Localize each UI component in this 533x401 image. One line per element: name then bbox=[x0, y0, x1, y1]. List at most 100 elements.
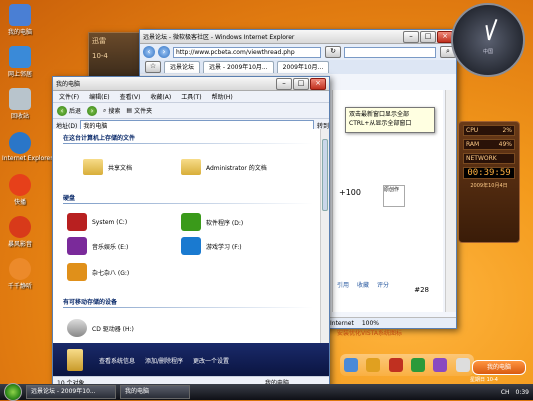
dock-app-icon[interactable] bbox=[388, 358, 403, 372]
drive-icon bbox=[67, 237, 87, 255]
desktop-icon-my-computer[interactable]: 我的电脑 bbox=[2, 4, 38, 36]
computer-icon bbox=[9, 4, 31, 26]
refresh-icon[interactable]: ↻ bbox=[325, 46, 341, 58]
close-button[interactable]: × bbox=[310, 77, 326, 90]
zoom-level[interactable]: 100% bbox=[362, 320, 379, 327]
tray-clock[interactable]: 0:39 bbox=[516, 389, 529, 396]
monitor-clock: 00:39:59 bbox=[463, 167, 515, 179]
browser-scrollbar[interactable] bbox=[445, 90, 456, 312]
dock-app-icon[interactable] bbox=[366, 358, 381, 372]
favorite-link[interactable]: 收藏 bbox=[357, 280, 369, 289]
app-icon bbox=[9, 216, 31, 238]
shared-docs-item[interactable]: 共享文档 bbox=[83, 159, 132, 175]
rate-link[interactable]: 评分 bbox=[377, 280, 389, 289]
ram-row: RAM 49% bbox=[463, 139, 515, 150]
dock-date: 星期日 10-4 bbox=[470, 377, 498, 383]
favorites-star-icon[interactable]: ☆ bbox=[145, 61, 161, 73]
clock-gadget[interactable]: 中国 bbox=[451, 3, 525, 77]
tab-2[interactable]: 远景 - 2009年10月... bbox=[203, 61, 274, 73]
folder-icon: ▤ bbox=[126, 107, 133, 114]
taskbar: 远景论坛 - 2009年10... 我的电脑 CH 0:39 bbox=[0, 383, 533, 401]
drive-g[interactable]: 杂七杂八 (G:) bbox=[67, 263, 129, 281]
task-add-remove[interactable]: 添加/删除程序 bbox=[145, 356, 183, 365]
folders-button[interactable]: ▤ 文件夹 bbox=[126, 106, 152, 115]
desktop-icon-app1[interactable]: 快播 bbox=[2, 174, 38, 206]
drive-d[interactable]: 软件程序 (D:) bbox=[181, 213, 243, 231]
back-button[interactable]: ‹ 后退 bbox=[57, 105, 81, 116]
back-arrow-icon[interactable]: ‹ bbox=[143, 46, 155, 58]
browser-titlebar[interactable]: 远景论坛 - 微软极客社区 - Windows Internet Explore… bbox=[140, 30, 456, 44]
desktop-icon-network[interactable]: 网上邻居 bbox=[2, 46, 38, 78]
my-computer-dock-button[interactable]: 我的电脑 bbox=[472, 360, 526, 375]
drive-icon bbox=[67, 213, 87, 231]
score-value: +100 bbox=[339, 188, 361, 197]
desktop-icon-ie[interactable]: Internet Explorer bbox=[2, 132, 53, 162]
app-icon bbox=[9, 174, 31, 196]
drive-e[interactable]: 音乐娱乐 (E:) bbox=[67, 237, 128, 255]
my-computer-window[interactable]: 我的电脑 – □ × 文件(F) 编辑(E) 查看(V) 收藏(A) 工具(T)… bbox=[52, 76, 330, 388]
menu-favorites[interactable]: 收藏(A) bbox=[150, 92, 171, 101]
taskbar-item-my-computer[interactable]: 我的电脑 bbox=[120, 385, 190, 399]
dock-app-icon[interactable] bbox=[344, 358, 359, 372]
desktop-icon-app2[interactable]: 暴风影音 bbox=[2, 216, 38, 248]
section-divider bbox=[63, 143, 313, 144]
tooltip: 双击最新窗口显示全部 CTRL+从显示全部窗口 bbox=[345, 107, 435, 133]
menu-view[interactable]: 查看(V) bbox=[120, 92, 141, 101]
admin-docs-item[interactable]: Administrator 的文档 bbox=[181, 159, 267, 175]
task-system-info[interactable]: 查看系统信息 bbox=[99, 356, 135, 365]
my-computer-titlebar[interactable]: 我的电脑 – □ × bbox=[53, 77, 329, 91]
drive-c[interactable]: System (C:) bbox=[67, 213, 127, 231]
file-list: 在这台计算机上存储的文件 共享文档 Administrator 的文档 硬盘 S… bbox=[53, 129, 321, 343]
search-icon: ⌕ bbox=[103, 106, 107, 114]
url-input[interactable]: http://www.pcbeta.com/viewthread.php bbox=[173, 46, 321, 58]
folder-icon bbox=[181, 159, 201, 175]
dock-app-icon[interactable] bbox=[411, 358, 426, 372]
cd-drive[interactable]: CD 驱动器 (H:) bbox=[67, 319, 134, 337]
recycle-bin-icon bbox=[9, 88, 31, 110]
minimize-button[interactable]: – bbox=[403, 30, 419, 43]
taskbar-item-browser[interactable]: 远景论坛 - 2009年10... bbox=[26, 385, 116, 399]
maximize-button[interactable]: □ bbox=[420, 30, 436, 43]
dock-app-icon[interactable] bbox=[433, 358, 448, 372]
forward-arrow-icon[interactable]: › bbox=[158, 46, 170, 58]
forward-button[interactable]: › bbox=[87, 105, 98, 116]
back-arrow-icon: ‹ bbox=[57, 105, 67, 116]
tab-3[interactable]: 2009年10月... bbox=[276, 61, 330, 73]
start-button[interactable] bbox=[4, 383, 22, 401]
dock-app-icon[interactable] bbox=[455, 358, 470, 372]
dock bbox=[340, 354, 474, 376]
menu-file[interactable]: 文件(F) bbox=[59, 92, 79, 101]
tab-1[interactable]: 远景论坛 bbox=[164, 61, 201, 73]
maximize-button[interactable]: □ bbox=[293, 77, 309, 90]
browser-tabs: ☆ 远景论坛 远景 - 2009年10月... 2009年10月... bbox=[140, 60, 456, 74]
post-link[interactable]: 安装优化VISTA系统图标 bbox=[337, 328, 402, 337]
network-row: NETWORK bbox=[463, 153, 515, 164]
search-button[interactable]: ⌕ 搜索 bbox=[103, 106, 120, 116]
file-list-scrollbar[interactable] bbox=[320, 129, 329, 343]
cpu-row: CPU 2% bbox=[463, 125, 515, 136]
menu-tools[interactable]: 工具(T) bbox=[181, 92, 201, 101]
task-pane: 查看系统信息 添加/删除程序 更改一个设置 bbox=[53, 343, 329, 377]
menu-edit[interactable]: 编辑(E) bbox=[89, 92, 109, 101]
internet-explorer-icon bbox=[9, 132, 31, 154]
cd-icon bbox=[67, 319, 87, 337]
menu-help[interactable]: 帮助(H) bbox=[212, 92, 233, 101]
browser-title: 远景论坛 - 微软极客社区 - Windows Internet Explore… bbox=[143, 34, 295, 41]
system-monitor-gadget[interactable]: CPU 2% RAM 49% NETWORK 00:39:59 2009年10月4日 bbox=[458, 121, 520, 243]
desktop-icon-recycle-bin[interactable]: 回收站 bbox=[2, 88, 38, 120]
minimize-button[interactable]: – bbox=[276, 77, 292, 90]
network-icon bbox=[9, 46, 31, 68]
section-drives-header: 硬盘 bbox=[63, 195, 76, 202]
scroll-thumb[interactable] bbox=[322, 139, 328, 211]
drive-f[interactable]: 游戏学习 (F:) bbox=[181, 237, 242, 255]
folder-icon bbox=[67, 349, 83, 371]
desktop-icon-app3[interactable]: 千千静听 bbox=[2, 258, 38, 290]
task-change-setting[interactable]: 更改一个设置 bbox=[193, 356, 229, 365]
browser-search-input[interactable] bbox=[344, 46, 436, 58]
section-removable-header: 有可移动存储的设备 bbox=[63, 299, 118, 306]
drive-icon bbox=[181, 213, 201, 231]
forward-arrow-icon: › bbox=[87, 105, 98, 116]
quote-link[interactable]: 引用 bbox=[337, 280, 349, 289]
system-tray: CH 0:39 bbox=[501, 389, 529, 396]
language-indicator[interactable]: CH bbox=[501, 389, 510, 396]
